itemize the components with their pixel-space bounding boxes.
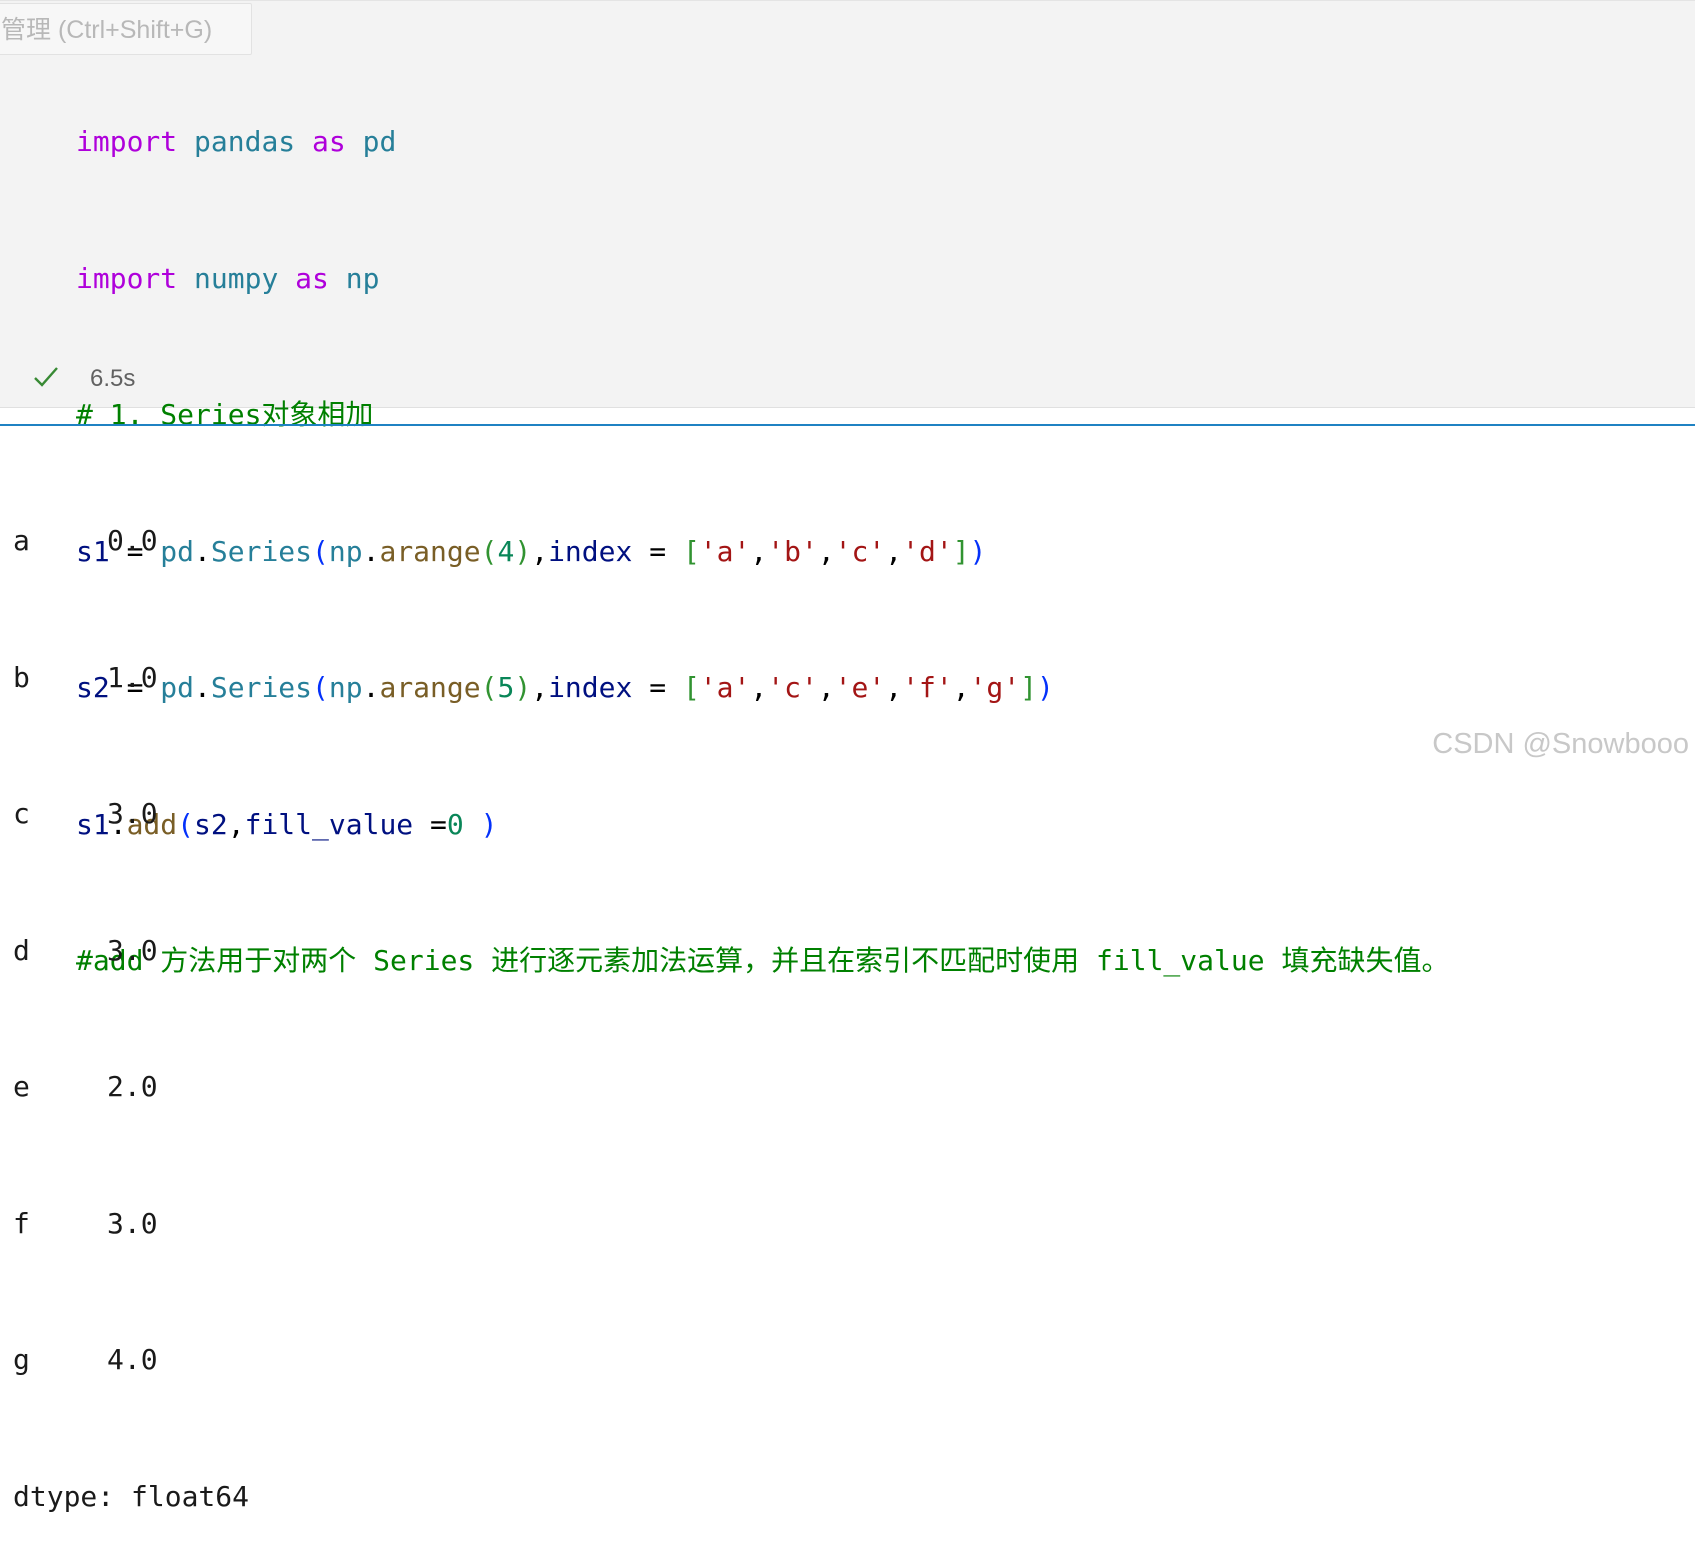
token: , xyxy=(531,534,549,568)
token: np xyxy=(328,534,363,568)
output-row: b 1.0 xyxy=(13,655,249,701)
token: , xyxy=(817,671,835,704)
output-index: b xyxy=(13,660,30,694)
output-value: 3.0 xyxy=(107,1206,158,1240)
token: as xyxy=(295,261,329,295)
code-line-1: import pandas as pd xyxy=(76,119,1695,165)
token: index xyxy=(548,671,633,704)
cell-output: a 0.0 b 1.0 c 3.0 d 3.0 e 2.0 f 3.0 g 4.0 dtype… xyxy=(13,427,249,1556)
token: ] xyxy=(1020,671,1037,704)
token: . xyxy=(362,534,380,568)
token: import xyxy=(76,125,178,158)
token: , xyxy=(885,671,903,704)
output-index: d xyxy=(13,933,30,967)
token: 'd' xyxy=(902,534,953,568)
output-value: 3.0 xyxy=(107,933,158,967)
comment: #add 方法用于对两个 Series 进行逐元素加法运算，并且在索引不匹配时使… xyxy=(76,944,1450,977)
token: ) xyxy=(514,671,532,704)
check-icon xyxy=(34,367,58,387)
token: 0 xyxy=(446,807,464,841)
token: 'b' xyxy=(767,534,818,568)
token: as xyxy=(312,125,346,158)
token: ( xyxy=(480,671,498,704)
output-index: g xyxy=(13,1343,30,1376)
output-value: 3.0 xyxy=(107,797,158,830)
token: , xyxy=(817,534,835,568)
code-editor[interactable]: import pandas as pd import numpy as np #… xyxy=(76,28,1695,1075)
output-row: g 4.0 xyxy=(13,1337,249,1383)
code-line-5: s2 = pd.Series(np.arange(5),index = ['a'… xyxy=(76,665,1695,711)
token: , xyxy=(750,534,768,568)
token: , xyxy=(952,671,970,704)
token: 5 xyxy=(497,671,515,704)
code-line-3: # 1. Series对象相加 xyxy=(76,392,1695,438)
token: fill_value xyxy=(244,807,414,841)
token: 'a' xyxy=(699,534,751,568)
output-row: a 0.0 xyxy=(13,518,249,564)
output-row: e 2.0 xyxy=(13,1064,249,1110)
token: , xyxy=(885,534,903,568)
output-dtype: dtype: float64 xyxy=(13,1479,250,1513)
output-value: 1.0 xyxy=(107,660,158,694)
token: 4 xyxy=(497,534,515,568)
token: [ xyxy=(682,534,700,568)
token: arange xyxy=(379,534,481,568)
output-divider xyxy=(0,424,1695,426)
token: ) xyxy=(969,534,987,568)
output-value: 0.0 xyxy=(107,524,158,557)
token: np xyxy=(328,671,363,704)
output-row: c 3.0 xyxy=(13,791,249,837)
token: import xyxy=(76,261,178,295)
output-row: d 3.0 xyxy=(13,928,249,974)
token: . xyxy=(362,671,380,704)
watermark: CSDN @Snowbooo xyxy=(1432,728,1689,760)
token: ) xyxy=(514,534,532,568)
token: 'f' xyxy=(902,671,953,704)
output-row: f 3.0 xyxy=(13,1201,249,1247)
token: 'c' xyxy=(767,671,818,704)
token: ( xyxy=(312,534,329,568)
token: = xyxy=(413,807,447,841)
token: 'c' xyxy=(834,534,886,568)
code-line-4: s1 = pd.Series(np.arange(4),index = ['a'… xyxy=(76,529,1695,575)
output-index: c xyxy=(13,797,30,830)
token: numpy xyxy=(194,261,279,295)
token: arange xyxy=(379,671,481,704)
output-index: e xyxy=(13,1070,30,1103)
code-line-7: #add 方法用于对两个 Series 进行逐元素加法运算，并且在索引不匹配时使… xyxy=(76,938,1695,984)
token: ) xyxy=(1036,671,1054,704)
token: [ xyxy=(682,671,700,704)
token: index xyxy=(548,534,633,568)
token: ( xyxy=(480,534,498,568)
output-index: a xyxy=(13,524,30,557)
token: ) xyxy=(480,807,498,841)
code-cell[interactable]: 管理 (Ctrl+Shift+G) import pandas as pd im… xyxy=(0,0,1695,977)
token: = xyxy=(632,534,683,568)
token: 'a' xyxy=(699,671,751,704)
token: ] xyxy=(952,534,970,568)
token: , xyxy=(750,671,768,704)
code-line-2: import numpy as np xyxy=(76,256,1695,302)
token: np xyxy=(345,261,380,295)
token: 'g' xyxy=(969,671,1021,704)
token: ( xyxy=(312,671,329,704)
output-index: f xyxy=(13,1206,30,1240)
token: pd xyxy=(362,125,397,158)
token: = xyxy=(632,671,683,704)
output-value: 2.0 xyxy=(107,1070,158,1103)
token: , xyxy=(531,671,549,704)
token: 'e' xyxy=(834,671,886,704)
output-value: 4.0 xyxy=(107,1343,158,1376)
execution-time: 6.5s xyxy=(90,365,136,392)
token: pandas xyxy=(194,125,296,158)
code-line-6: s1.add(s2,fill_value =0 ) xyxy=(76,802,1695,848)
